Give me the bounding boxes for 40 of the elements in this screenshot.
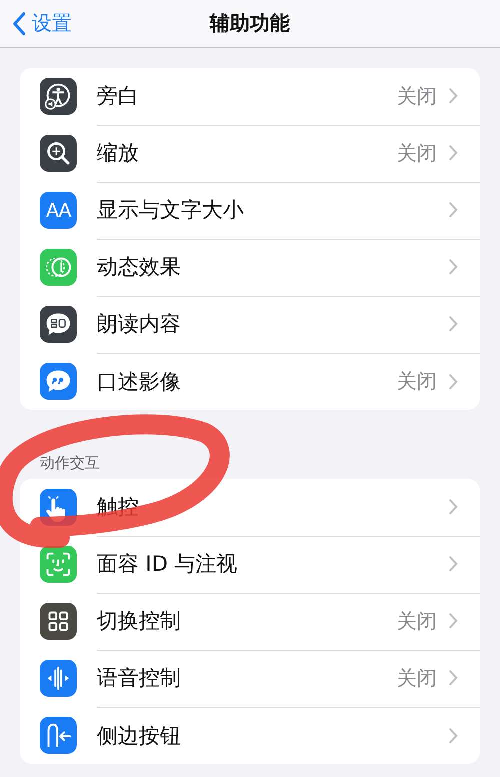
page-title: 辅助功能 xyxy=(210,10,290,37)
row-label: 切换控制 xyxy=(97,608,182,635)
face-outline-icon xyxy=(40,546,77,583)
row-value: 关闭 xyxy=(397,608,437,634)
row-label: 动态效果 xyxy=(97,254,182,281)
row-value: 关闭 xyxy=(397,82,437,110)
waveform-icon xyxy=(40,660,77,697)
row-label: 缩放 xyxy=(97,140,140,167)
accessibility-person-icon xyxy=(40,78,77,115)
chevron-icon xyxy=(449,556,458,572)
chevron-icon xyxy=(449,145,458,161)
chevron-icon xyxy=(449,202,458,218)
chevron-icon xyxy=(449,259,458,275)
back-chevron-icon xyxy=(12,12,26,36)
row-label: 面容 ID 与注视 xyxy=(97,551,239,578)
row-label: 语音控制 xyxy=(97,665,182,692)
row-value: 关闭 xyxy=(397,664,437,692)
back-button[interactable]: 设置 xyxy=(8,6,76,41)
chevron-icon xyxy=(449,316,458,332)
speech-bubble-icon xyxy=(40,306,77,343)
chevron-icon xyxy=(449,613,458,629)
chevron-icon xyxy=(449,88,458,104)
side-button-icon xyxy=(40,717,77,754)
row-label: 显示与文字大小 xyxy=(97,197,245,224)
magnifier-icon xyxy=(40,135,77,172)
section-header: 动作交互 xyxy=(39,454,101,474)
chevron-icon xyxy=(449,728,458,744)
circles-icon xyxy=(40,249,77,286)
text-size-icon: AA xyxy=(40,192,77,229)
chevron-icon xyxy=(449,499,458,515)
chevron-icon xyxy=(449,670,458,686)
row-label: 侧边按钮 xyxy=(97,722,182,750)
row-label: 旁白 xyxy=(97,83,140,110)
row-value: 关闭 xyxy=(397,140,437,166)
row-label: 朗读内容 xyxy=(97,311,182,338)
quote-bubble-icon xyxy=(40,363,77,400)
grid-squares-icon xyxy=(40,603,77,640)
chevron-icon xyxy=(449,374,458,390)
row-value: 关闭 xyxy=(397,368,437,395)
row-label: 口述影像 xyxy=(97,368,182,396)
